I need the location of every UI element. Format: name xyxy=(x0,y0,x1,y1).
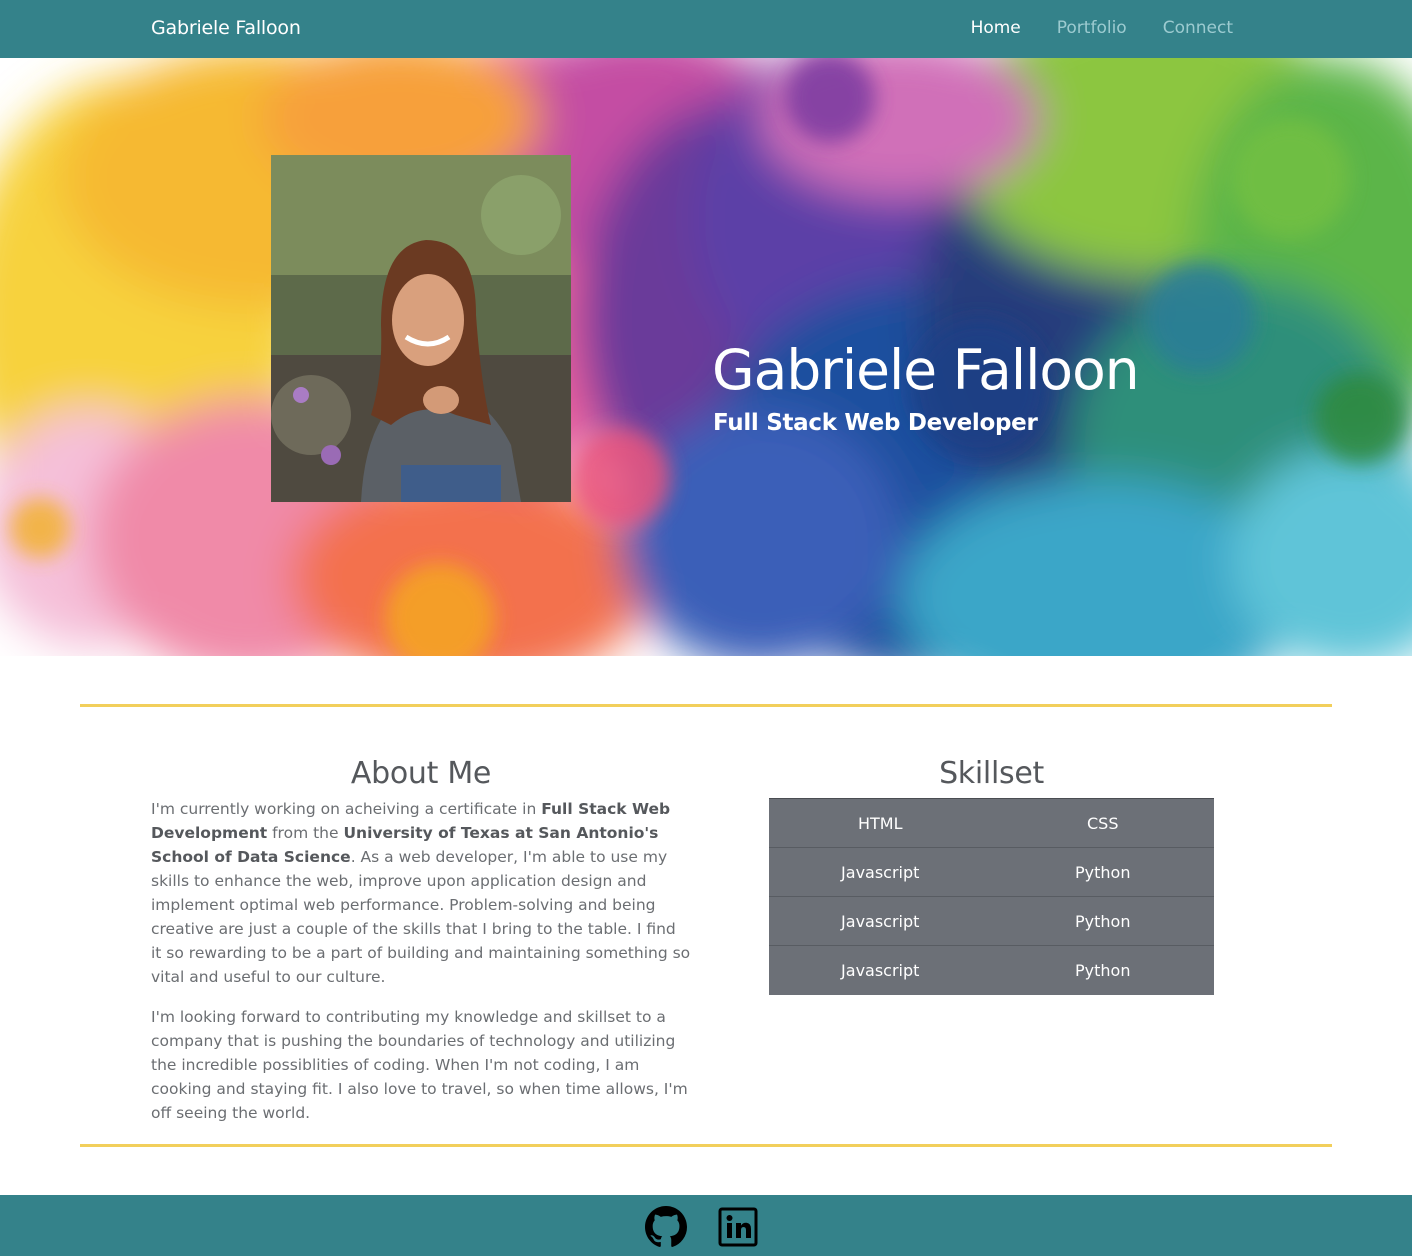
footer-social-links xyxy=(645,1206,759,1248)
table-cell: Javascript xyxy=(769,847,992,897)
linkedin-icon xyxy=(718,1207,758,1247)
about-title: About Me xyxy=(350,756,492,791)
divider-bottom xyxy=(80,1144,1332,1147)
watercolor-splash-background xyxy=(0,58,1412,656)
about-text: I'm currently working on acheiving a cer… xyxy=(151,800,542,818)
table-cell: Python xyxy=(991,896,1214,946)
github-icon xyxy=(645,1206,687,1247)
about-text: from the xyxy=(267,824,344,842)
nav-link-connect[interactable]: Connect xyxy=(1163,18,1233,38)
linkedin-link[interactable] xyxy=(717,1206,759,1248)
table-cell: Python xyxy=(991,945,1214,995)
nav-link-home[interactable]: Home xyxy=(971,18,1021,38)
table-row: Javascript Python xyxy=(769,896,1214,946)
footer xyxy=(0,1195,1412,1256)
hero-banner: Gabriele Falloon Full Stack Web Develope… xyxy=(0,58,1412,656)
brand-link[interactable]: Gabriele Falloon xyxy=(151,17,301,39)
about-paragraph-1: I'm currently working on acheiving a cer… xyxy=(151,797,691,989)
table-cell: CSS xyxy=(991,798,1214,848)
table-cell: HTML xyxy=(769,798,992,848)
navbar: Gabriele Falloon Home Portfolio Connect xyxy=(0,0,1412,58)
table-row: HTML CSS xyxy=(769,798,1214,848)
hero-name: Gabriele Falloon xyxy=(712,338,1140,402)
profile-photo-graphic xyxy=(271,155,571,502)
github-link[interactable] xyxy=(645,1206,687,1248)
table-cell: Javascript xyxy=(769,945,992,995)
skillset-section: Skillset HTML CSS Javascript Python Java… xyxy=(769,756,1214,995)
hero-subtitle: Full Stack Web Developer xyxy=(713,410,1038,436)
nav-link-portfolio[interactable]: Portfolio xyxy=(1057,18,1127,38)
about-paragraph-2: I'm looking forward to contributing my k… xyxy=(151,1008,688,1122)
skillset-title: Skillset xyxy=(939,756,1044,791)
profile-photo xyxy=(271,155,571,502)
about-text: . As a web developer, I'm able to use my… xyxy=(151,848,691,986)
divider-top xyxy=(80,704,1332,707)
table-row: Javascript Python xyxy=(769,945,1214,995)
skillset-table: HTML CSS Javascript Python Javascript Py… xyxy=(769,798,1214,995)
about-section: About Me I'm currently working on acheiv… xyxy=(151,756,691,1141)
nav-links: Home Portfolio Connect xyxy=(971,18,1233,38)
table-row: Javascript Python xyxy=(769,847,1214,897)
table-cell: Python xyxy=(991,847,1214,897)
table-cell: Javascript xyxy=(769,896,992,946)
